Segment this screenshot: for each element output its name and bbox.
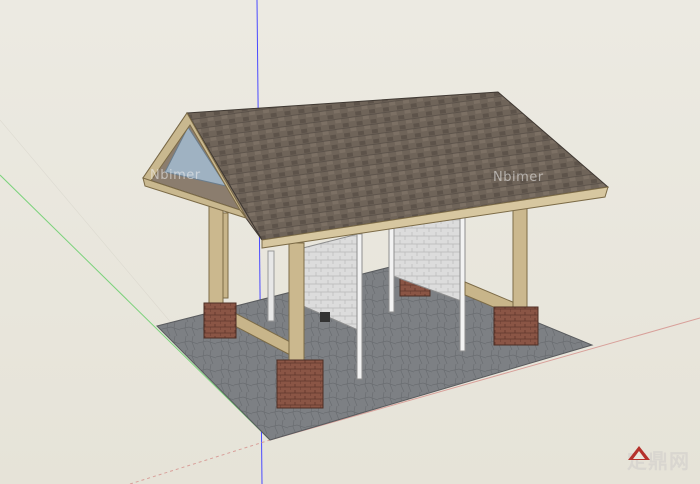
brand-logo-icon [628,446,650,460]
base-right-front [493,306,539,346]
post-right-front [512,205,528,311]
3d-model-viewport[interactable]: Nbimer Nbimer 定鼎网 [0,0,700,484]
panel-post-3 [459,215,466,352]
post-center-front [288,242,305,366]
post-left-front [208,197,224,307]
red-axis-neg [129,439,271,484]
bin-object [320,312,330,322]
base-left-front [203,302,237,339]
model-scene [0,0,700,484]
watermark-right: Nbimer [493,170,544,185]
base-center-front [276,359,324,409]
roof-surface [186,91,610,241]
panel-post-2 [388,225,395,313]
brand-mark: 定鼎网 [627,445,690,474]
watermark-left: Nbimer [150,168,201,183]
panel-post-1 [356,233,363,380]
panel-frame-left [267,250,275,322]
